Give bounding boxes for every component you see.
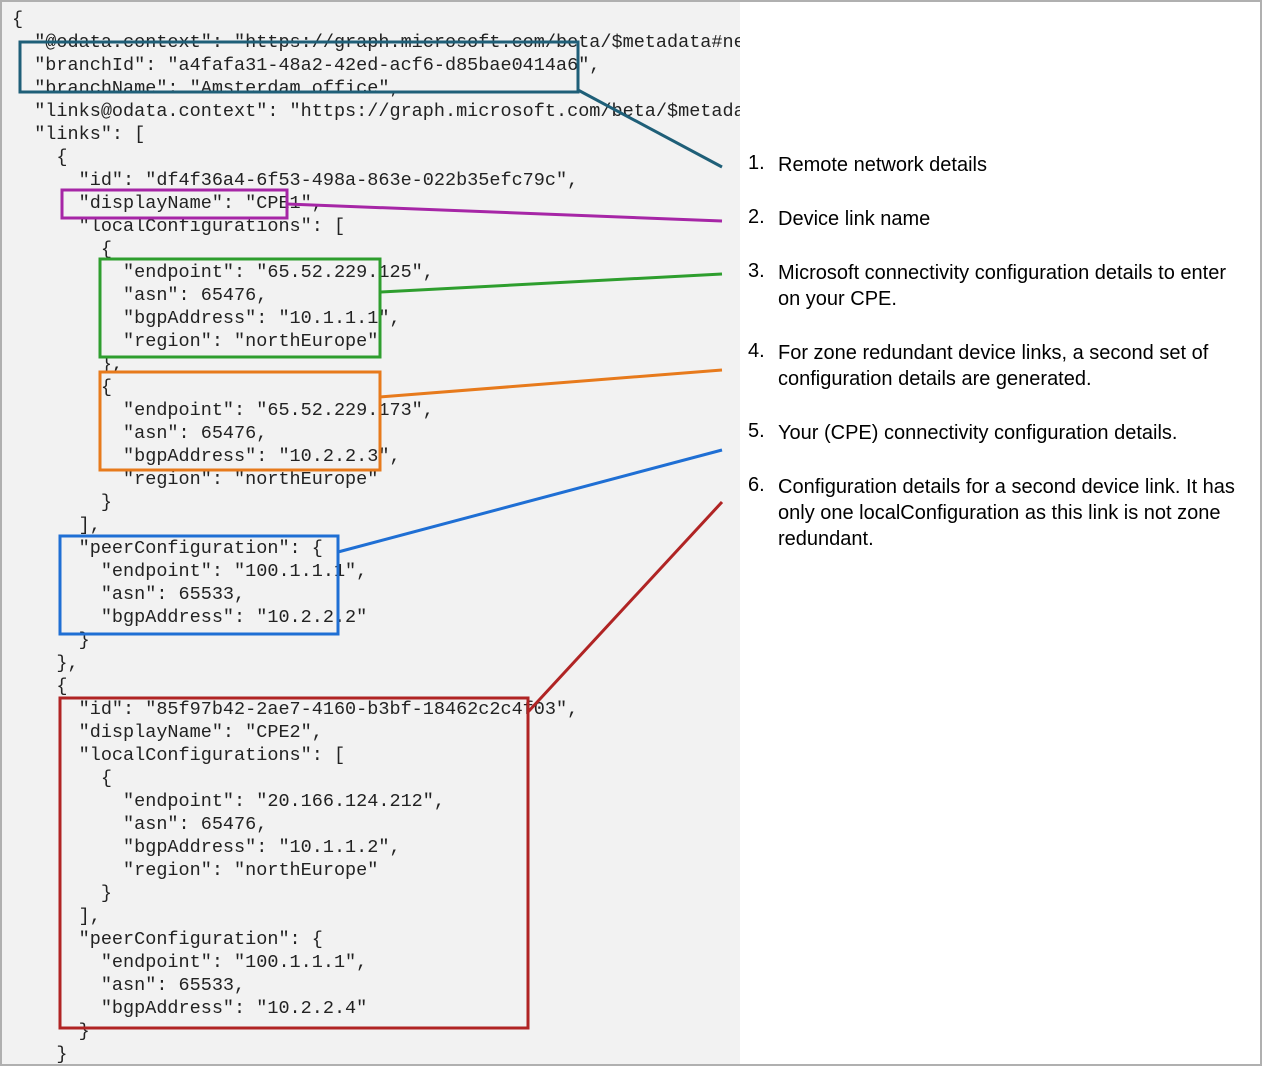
legend-item-number: 6. (742, 474, 778, 497)
code-line: "localConfigurations": [ (12, 215, 740, 238)
code-line: }, (12, 353, 740, 376)
code-line: "endpoint": "20.166.124.212", (12, 790, 740, 813)
code-line: "branchName": "Amsterdam office", (12, 77, 740, 100)
legend-item-number: 2. (742, 206, 778, 229)
code-line: "asn": 65476, (12, 422, 740, 445)
code-line: } (12, 491, 740, 514)
legend-item-text: Your (CPE) connectivity configuration de… (778, 420, 1250, 446)
code-line: "bgpAddress": "10.1.1.2", (12, 836, 740, 859)
code-line: "peerConfiguration": { (12, 928, 740, 951)
legend-item-text: Device link name (778, 206, 1250, 232)
code-line: ], (12, 514, 740, 537)
code-line: "branchId": "a4fafa31-48a2-42ed-acf6-d85… (12, 54, 740, 77)
code-line: "bgpAddress": "10.2.2.4" (12, 997, 740, 1020)
legend-item-number: 4. (742, 340, 778, 363)
code-line: { (12, 238, 740, 261)
code-line: "asn": 65476, (12, 813, 740, 836)
legend-list: 1.Remote network details 2.Device link na… (742, 152, 1250, 580)
legend-item: 6.Configuration details for a second dev… (742, 474, 1250, 552)
code-line: } (12, 629, 740, 652)
legend-item: 1.Remote network details (742, 152, 1250, 178)
code-line: "localConfigurations": [ (12, 744, 740, 767)
code-line: "endpoint": "65.52.229.173", (12, 399, 740, 422)
code-line: "id": "85f97b42-2ae7-4160-b3bf-18462c2c4… (12, 698, 740, 721)
code-line: "peerConfiguration": { (12, 537, 740, 560)
legend-item: 4.For zone redundant device links, a sec… (742, 340, 1250, 392)
legend-item: 5.Your (CPE) connectivity configuration … (742, 420, 1250, 446)
code-line: "displayName": "CPE1", (12, 192, 740, 215)
code-line: "endpoint": "100.1.1.1", (12, 560, 740, 583)
code-line: { (12, 376, 740, 399)
code-line: "endpoint": "100.1.1.1", (12, 951, 740, 974)
code-line: { (12, 767, 740, 790)
code-line: } (12, 1043, 740, 1064)
code-line: { (12, 675, 740, 698)
code-line: { (12, 8, 740, 31)
legend-item-text: Remote network details (778, 152, 1250, 178)
json-code-block: { "@odata.context": "https://graph.micro… (2, 2, 740, 1064)
code-line: "endpoint": "65.52.229.125", (12, 261, 740, 284)
code-line: } (12, 1020, 740, 1043)
code-line: "displayName": "CPE2", (12, 721, 740, 744)
legend-item-text: Microsoft connectivity configuration det… (778, 260, 1250, 312)
code-line: } (12, 882, 740, 905)
code-line: "region": "northEurope" (12, 330, 740, 353)
legend-item-text: For zone redundant device links, a secon… (778, 340, 1250, 392)
legend-item: 3.Microsoft connectivity configuration d… (742, 260, 1250, 312)
code-line: ], (12, 905, 740, 928)
code-line: "asn": 65533, (12, 974, 740, 997)
code-line: { (12, 146, 740, 169)
code-line: "bgpAddress": "10.2.2.2" (12, 606, 740, 629)
code-line: "bgpAddress": "10.1.1.1", (12, 307, 740, 330)
legend-item-number: 3. (742, 260, 778, 283)
legend-item-number: 1. (742, 152, 778, 175)
code-line: "@odata.context": "https://graph.microso… (12, 31, 740, 54)
code-line: "region": "northEurope" (12, 468, 740, 491)
code-line: "links@odata.context": "https://graph.mi… (12, 100, 740, 123)
legend-item-text: Configuration details for a second devic… (778, 474, 1250, 552)
legend-item: 2.Device link name (742, 206, 1250, 232)
code-line: "asn": 65476, (12, 284, 740, 307)
code-line: "asn": 65533, (12, 583, 740, 606)
diagram-frame: { "@odata.context": "https://graph.micro… (0, 0, 1262, 1066)
code-line: "id": "df4f36a4-6f53-498a-863e-022b35efc… (12, 169, 740, 192)
legend-item-number: 5. (742, 420, 778, 443)
code-line: "region": "northEurope" (12, 859, 740, 882)
code-line: "links": [ (12, 123, 740, 146)
code-line: }, (12, 652, 740, 675)
code-line: "bgpAddress": "10.2.2.3", (12, 445, 740, 468)
